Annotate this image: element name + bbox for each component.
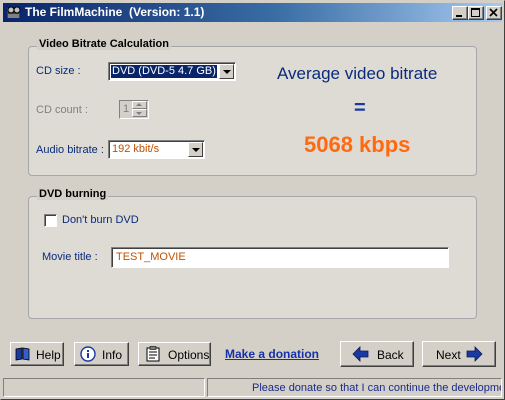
dvd-group-legend: DVD burning <box>37 188 109 200</box>
cd-size-value: DVD (DVD-5 4.7 GB) <box>110 64 218 79</box>
donate-link[interactable]: Make a donation <box>225 347 319 361</box>
back-button[interactable]: Back <box>340 341 414 367</box>
back-button-label: Back <box>377 348 404 362</box>
status-pane-empty <box>3 378 205 397</box>
next-button-label: Next <box>436 348 461 362</box>
equals-sign: = <box>354 97 366 119</box>
help-button[interactable]: Help <box>10 342 64 366</box>
chevron-down-icon[interactable] <box>188 142 203 157</box>
help-button-label: Help <box>36 348 61 362</box>
info-button-label: Info <box>102 348 123 362</box>
close-button[interactable] <box>486 6 502 20</box>
options-button[interactable]: Options <box>138 342 211 366</box>
dont-burn-label[interactable]: Don't burn DVD <box>62 214 139 226</box>
bitrate-result: 5068 kbps <box>304 132 411 157</box>
movie-title-label: Movie title : <box>42 251 98 263</box>
options-button-label: Options <box>168 348 210 362</box>
movie-title-input[interactable]: TEST_MOVIE <box>111 247 449 268</box>
bitrate-group-legend: Video Bitrate Calculation <box>37 38 171 50</box>
status-pane-message: Please donate so that I can continue the… <box>207 378 502 397</box>
movie-title-value: TEST_MOVIE <box>116 251 186 263</box>
maximize-button[interactable] <box>468 6 484 20</box>
spin-down-icon[interactable] <box>132 109 147 117</box>
spin-up-icon[interactable] <box>132 101 147 109</box>
cd-count-label: CD count : <box>36 104 88 116</box>
audio-bitrate-select[interactable]: 192 kbit/s <box>108 140 205 159</box>
audio-bitrate-label: Audio bitrate : <box>36 144 104 156</box>
maximize-icon <box>471 8 480 17</box>
title-bar[interactable]: The FilmMachine (Version: 1.1) <box>3 3 502 22</box>
cd-size-label: CD size : <box>36 65 81 77</box>
chevron-down-icon[interactable] <box>219 64 234 79</box>
result-title: Average video bitrate <box>277 64 438 83</box>
film-reel-icon <box>7 6 21 18</box>
clipboard-icon <box>146 346 160 362</box>
audio-bitrate-value: 192 kbit/s <box>112 143 160 155</box>
window-title: The FilmMachine (Version: 1.1) <box>25 5 205 19</box>
dont-burn-checkbox[interactable] <box>44 214 57 227</box>
main-window: The FilmMachine (Version: 1.1) Video Bit… <box>0 0 505 400</box>
next-button[interactable]: Next <box>422 341 496 367</box>
cd-count-value: 1 <box>123 103 130 115</box>
cd-size-select[interactable]: DVD (DVD-5 4.7 GB) <box>108 62 236 81</box>
back-arrow-icon <box>352 346 369 362</box>
status-message: Please donate so that I can continue the… <box>252 382 502 394</box>
info-button[interactable]: Info <box>74 342 129 366</box>
cd-count-stepper[interactable]: 1 <box>119 100 149 119</box>
minimize-icon <box>456 15 462 17</box>
minimize-button[interactable] <box>452 6 468 20</box>
close-icon <box>489 8 498 17</box>
next-arrow-icon <box>466 346 483 362</box>
info-icon <box>80 346 96 362</box>
book-icon <box>15 347 30 361</box>
status-bar: Please donate so that I can continue the… <box>3 378 502 397</box>
